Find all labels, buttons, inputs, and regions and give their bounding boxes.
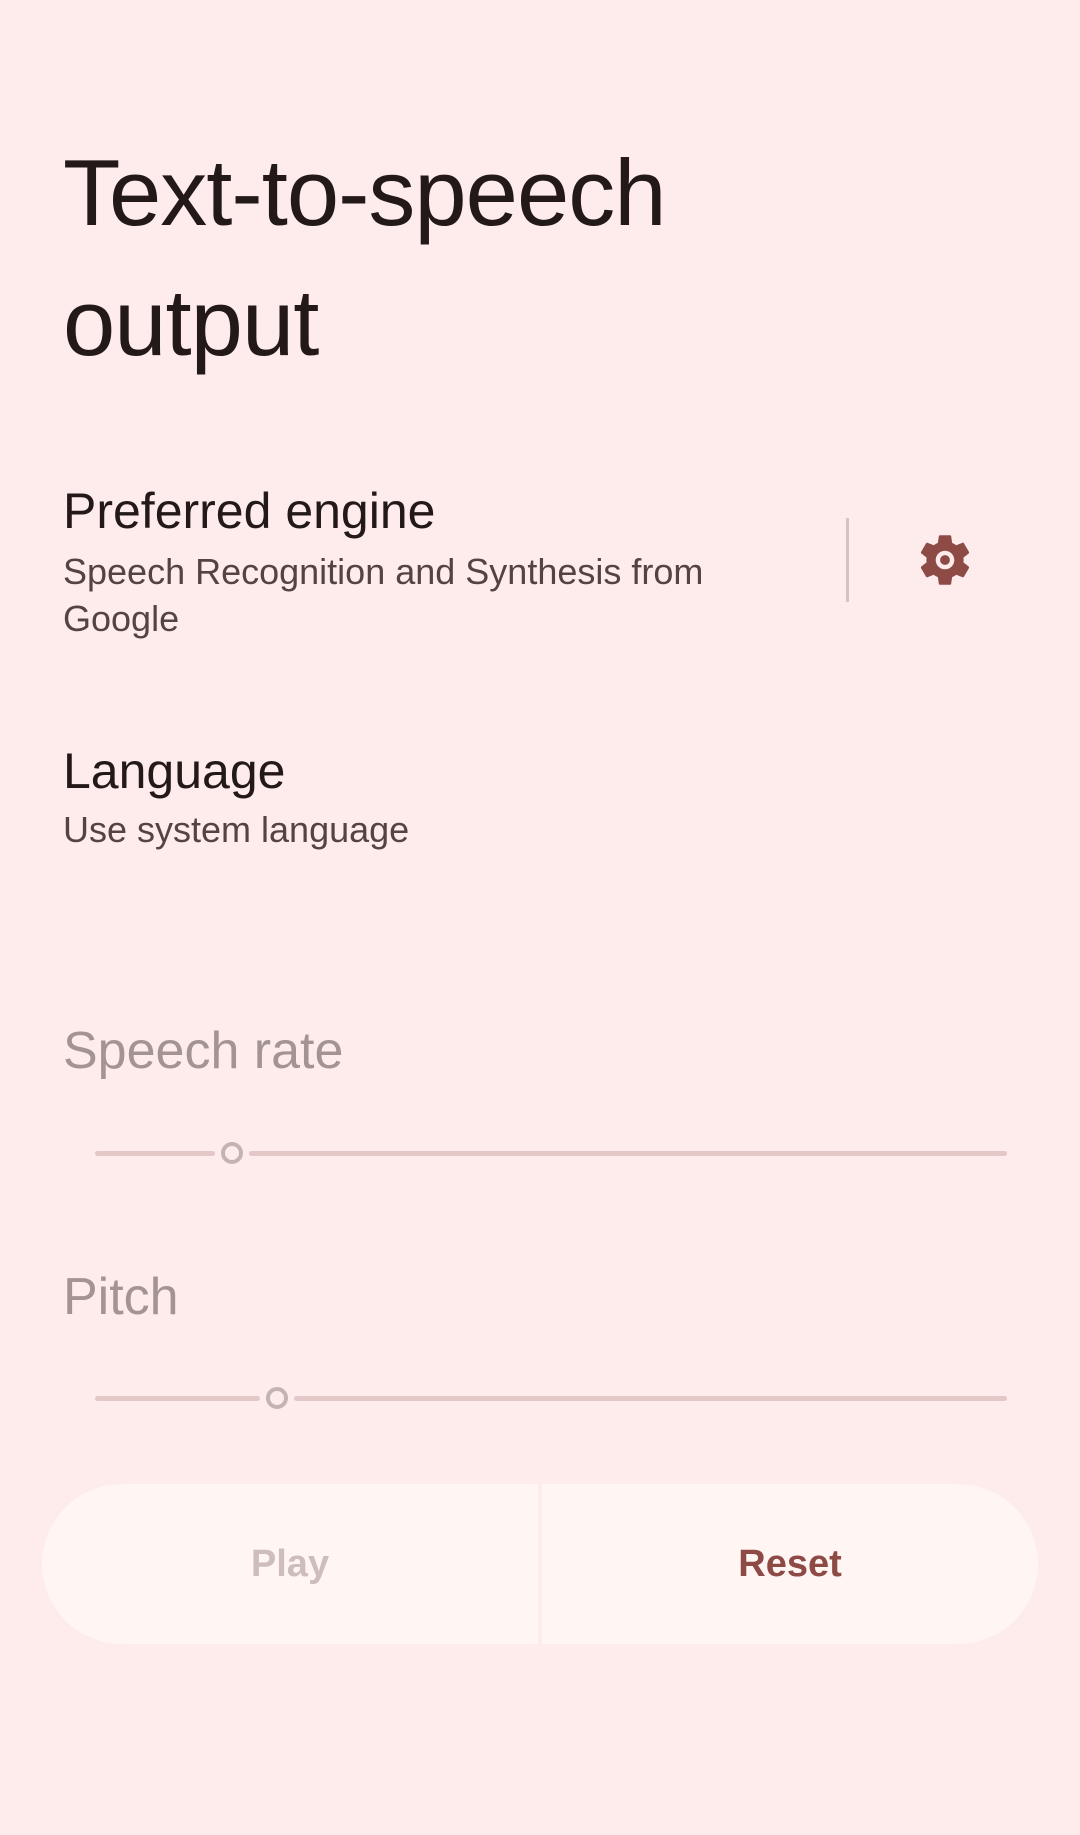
page-title: Text-to-speech output [63,140,667,375]
language-title: Language [63,743,286,799]
vertical-divider [846,518,849,602]
slider-track-inactive [249,1151,1007,1156]
preferred-engine-title: Preferred engine [63,483,436,539]
slider-track-inactive [294,1396,1007,1401]
button-bar: Play Reset [42,1484,1038,1644]
preferred-engine-summary: Speech Recognition and Synthesis from Go… [63,551,704,639]
pitch-slider[interactable] [95,1383,1007,1413]
preferred-engine-row[interactable]: Preferred engine Speech Recognition and … [0,470,1080,650]
engine-settings-button[interactable] [905,520,985,600]
slider-thumb[interactable] [266,1387,288,1409]
speech-rate-slider[interactable] [95,1138,1007,1168]
gear-icon [920,535,970,585]
language-row[interactable]: Language Use system language [63,740,963,853]
slider-track-active [95,1396,260,1401]
slider-track-active [95,1151,215,1156]
speech-rate-label: Speech rate [63,1022,344,1080]
play-button[interactable]: Play [42,1484,538,1644]
reset-button[interactable]: Reset [542,1484,1038,1644]
preferred-engine-text[interactable]: Preferred engine Speech Recognition and … [63,480,783,642]
pitch-label: Pitch [63,1268,179,1326]
slider-thumb[interactable] [221,1142,243,1164]
language-summary: Use system language [63,809,410,850]
